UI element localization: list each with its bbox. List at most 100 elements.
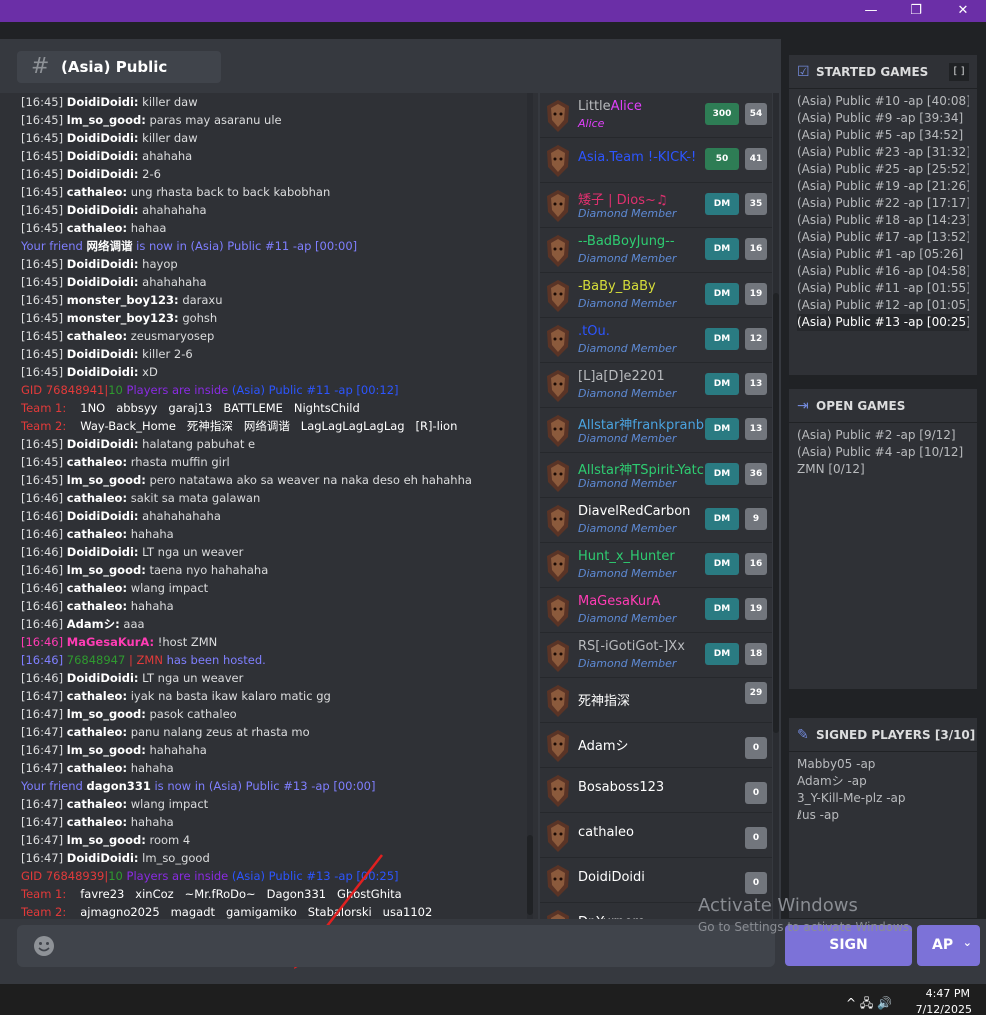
list-item[interactable]: ℓus -ap xyxy=(797,807,969,824)
player-name[interactable]: 矮子 | Dios~♫ xyxy=(578,189,668,208)
player-name[interactable]: Allstar神TSpirit-Yatc xyxy=(578,459,704,478)
message-user[interactable]: lm_so_good: xyxy=(67,113,146,127)
message-user[interactable]: cathaleo: xyxy=(67,185,127,199)
message-user[interactable]: cathaleo: xyxy=(67,761,127,775)
message-user[interactable]: DoidiDoidi: xyxy=(67,851,139,865)
message-user[interactable]: cathaleo: xyxy=(67,581,127,595)
message-user[interactable]: lm_so_good: xyxy=(67,473,146,487)
message-user[interactable]: DoidiDoidi: xyxy=(67,131,139,145)
list-item[interactable]: (Asia) Public #9 -ap [39:34] xyxy=(797,110,969,127)
message-user[interactable]: DoidiDoidi: xyxy=(67,437,139,451)
mode-dropdown[interactable]: AP ⌄ xyxy=(917,925,980,966)
list-item[interactable]: (Asia) Public #10 -ap [40:08] xyxy=(797,93,969,110)
minimize-button[interactable]: — xyxy=(848,0,894,22)
player-row[interactable]: Allstar神frankpranb Diamond Member DM 13 xyxy=(540,408,772,453)
player-row[interactable]: Bosaboss123 0 xyxy=(540,768,772,813)
chat-scrollbar[interactable] xyxy=(527,93,533,919)
player-row[interactable]: RS[-iGotiGot-]Xx Diamond Member DM 18 xyxy=(540,633,772,678)
game-name[interactable]: ZMN xyxy=(137,653,163,667)
message-user[interactable]: DoidiDoidi: xyxy=(67,347,139,361)
player-name[interactable]: DoidiDoidi xyxy=(578,870,645,885)
player-row[interactable]: Adamシ 0 xyxy=(540,723,772,768)
player-list-scroll-thumb[interactable] xyxy=(773,293,779,733)
message-user[interactable]: cathaleo: xyxy=(67,491,127,505)
message-user[interactable]: DoidiDoidi: xyxy=(67,167,139,181)
player-name[interactable]: Bosaboss123 xyxy=(578,780,664,795)
list-item[interactable]: (Asia) Public #19 -ap [21:26] xyxy=(797,178,969,195)
clock-date[interactable]: 7/12/2025 xyxy=(912,1003,972,1015)
list-item[interactable]: (Asia) Public #13 -ap [00:25] xyxy=(797,314,969,331)
message-user[interactable]: DoidiDoidi: xyxy=(67,257,139,271)
list-item[interactable]: (Asia) Public #12 -ap [01:05] xyxy=(797,297,969,314)
player-name[interactable]: 死神指深 xyxy=(578,690,630,709)
list-item[interactable]: Mabby05 -ap xyxy=(797,756,969,773)
player-name[interactable]: -BaBy_BaBy xyxy=(578,279,656,294)
message-input[interactable] xyxy=(17,925,775,967)
message-user[interactable]: cathaleo: xyxy=(67,725,127,739)
list-item[interactable]: (Asia) Public #25 -ap [25:52] xyxy=(797,161,969,178)
message-user[interactable]: lm_so_good: xyxy=(67,707,146,721)
message-user[interactable]: DoidiDoidi: xyxy=(67,275,139,289)
player-row[interactable]: Allstar神TSpirit-Yatc Diamond Member DM 36 xyxy=(540,453,772,498)
player-row[interactable]: [L]a[D]e2201 Diamond Member DM 13 xyxy=(540,363,772,408)
message-user[interactable]: lm_so_good: xyxy=(67,563,146,577)
message-user[interactable]: DoidiDoidi: xyxy=(67,671,139,685)
list-item[interactable]: (Asia) Public #11 -ap [01:55] xyxy=(797,280,969,297)
player-name[interactable]: Asia.Team !-KICK-! xyxy=(578,150,696,165)
list-item[interactable]: Adamシ -ap xyxy=(797,773,969,790)
player-name[interactable]: cathaleo xyxy=(578,825,634,840)
message-user[interactable]: cathaleo: xyxy=(67,599,127,613)
message-user[interactable]: DoidiDoidi: xyxy=(67,95,139,109)
player-name[interactable]: [L]a[D]e2201 xyxy=(578,369,665,384)
player-name[interactable]: MaGesaKurA xyxy=(578,594,660,609)
message-user[interactable]: DoidiDoidi: xyxy=(67,365,139,379)
player-name[interactable]: RS[-iGotiGot-]Xx xyxy=(578,639,685,654)
player-row[interactable]: Hunt_x_Hunter Diamond Member DM 16 xyxy=(540,543,772,588)
message-user[interactable]: cathaleo: xyxy=(67,797,127,811)
message-user[interactable]: lm_so_good: xyxy=(67,833,146,847)
message-user[interactable]: cathaleo: xyxy=(67,689,127,703)
player-row[interactable]: cathaleo 0 xyxy=(540,813,772,858)
chat-log[interactable]: [16:45] DoidiDoidi: killer daw [16:45] lm… xyxy=(0,93,538,969)
friend-name[interactable]: 网络调谐 xyxy=(87,239,133,253)
message-user[interactable]: monster_boy123: xyxy=(67,293,179,307)
message-user[interactable]: DoidiDoidi: xyxy=(67,203,139,217)
list-item[interactable]: (Asia) Public #17 -ap [13:52] xyxy=(797,229,969,246)
message-user[interactable]: cathaleo: xyxy=(67,815,127,829)
list-item[interactable]: ZMN [0/12] xyxy=(797,461,969,478)
message-user[interactable]: DoidiDoidi: xyxy=(67,509,139,523)
message-user[interactable]: cathaleo: xyxy=(67,221,127,235)
list-item[interactable]: (Asia) Public #4 -ap [10/12] xyxy=(797,444,969,461)
list-item[interactable]: (Asia) Public #5 -ap [34:52] xyxy=(797,127,969,144)
channel-header[interactable]: # (Asia) Public xyxy=(17,51,221,83)
player-name[interactable]: Allstar神frankpranb xyxy=(578,414,704,433)
message-user[interactable]: cathaleo: xyxy=(67,527,127,541)
player-row[interactable]: LittleAlice Alice 300 54 xyxy=(540,93,772,138)
game-name[interactable]: (Asia) Public #11 -ap [00:12] xyxy=(232,383,399,397)
player-row[interactable]: 死神指深 29 xyxy=(540,678,772,723)
message-user[interactable]: cathaleo: xyxy=(67,329,127,343)
restore-button[interactable]: ❐ xyxy=(893,0,939,22)
list-item[interactable]: (Asia) Public #22 -ap [17:17] xyxy=(797,195,969,212)
message-user[interactable]: DoidiDoidi: xyxy=(67,545,139,559)
expand-button[interactable]: [ ] xyxy=(949,63,969,81)
player-name[interactable]: --BadBoyJung-- xyxy=(578,234,675,249)
list-item[interactable]: (Asia) Public #2 -ap [9/12] xyxy=(797,427,969,444)
emoji-icon[interactable] xyxy=(33,935,55,957)
list-item[interactable]: (Asia) Public #23 -ap [31:32] xyxy=(797,144,969,161)
message-user[interactable]: Adamシ: xyxy=(67,617,120,631)
player-row[interactable]: MaGesaKurA Diamond Member DM 19 xyxy=(540,588,772,633)
clock-time[interactable]: 4:47 PM xyxy=(920,987,970,1000)
message-user[interactable]: lm_so_good: xyxy=(67,743,146,757)
message-user[interactable]: MaGesaKurA: xyxy=(67,635,154,649)
list-item[interactable]: (Asia) Public #18 -ap [14:23] xyxy=(797,212,969,229)
list-item[interactable]: (Asia) Public #16 -ap [04:58] xyxy=(797,263,969,280)
system-tray-icons[interactable]: ^ 🖧 🔊 xyxy=(846,994,892,1015)
friend-name[interactable]: dagon331 xyxy=(87,779,151,793)
message-user[interactable]: DoidiDoidi: xyxy=(67,149,139,163)
player-row[interactable]: -BaBy_BaBy Diamond Member DM 19 xyxy=(540,273,772,318)
player-name[interactable]: Hunt_x_Hunter xyxy=(578,549,675,564)
player-name[interactable]: .tOu. xyxy=(578,324,610,339)
player-row[interactable]: Asia.Team !-KICK-! 50 41 xyxy=(540,138,772,183)
player-name[interactable]: Adamシ xyxy=(578,735,629,754)
